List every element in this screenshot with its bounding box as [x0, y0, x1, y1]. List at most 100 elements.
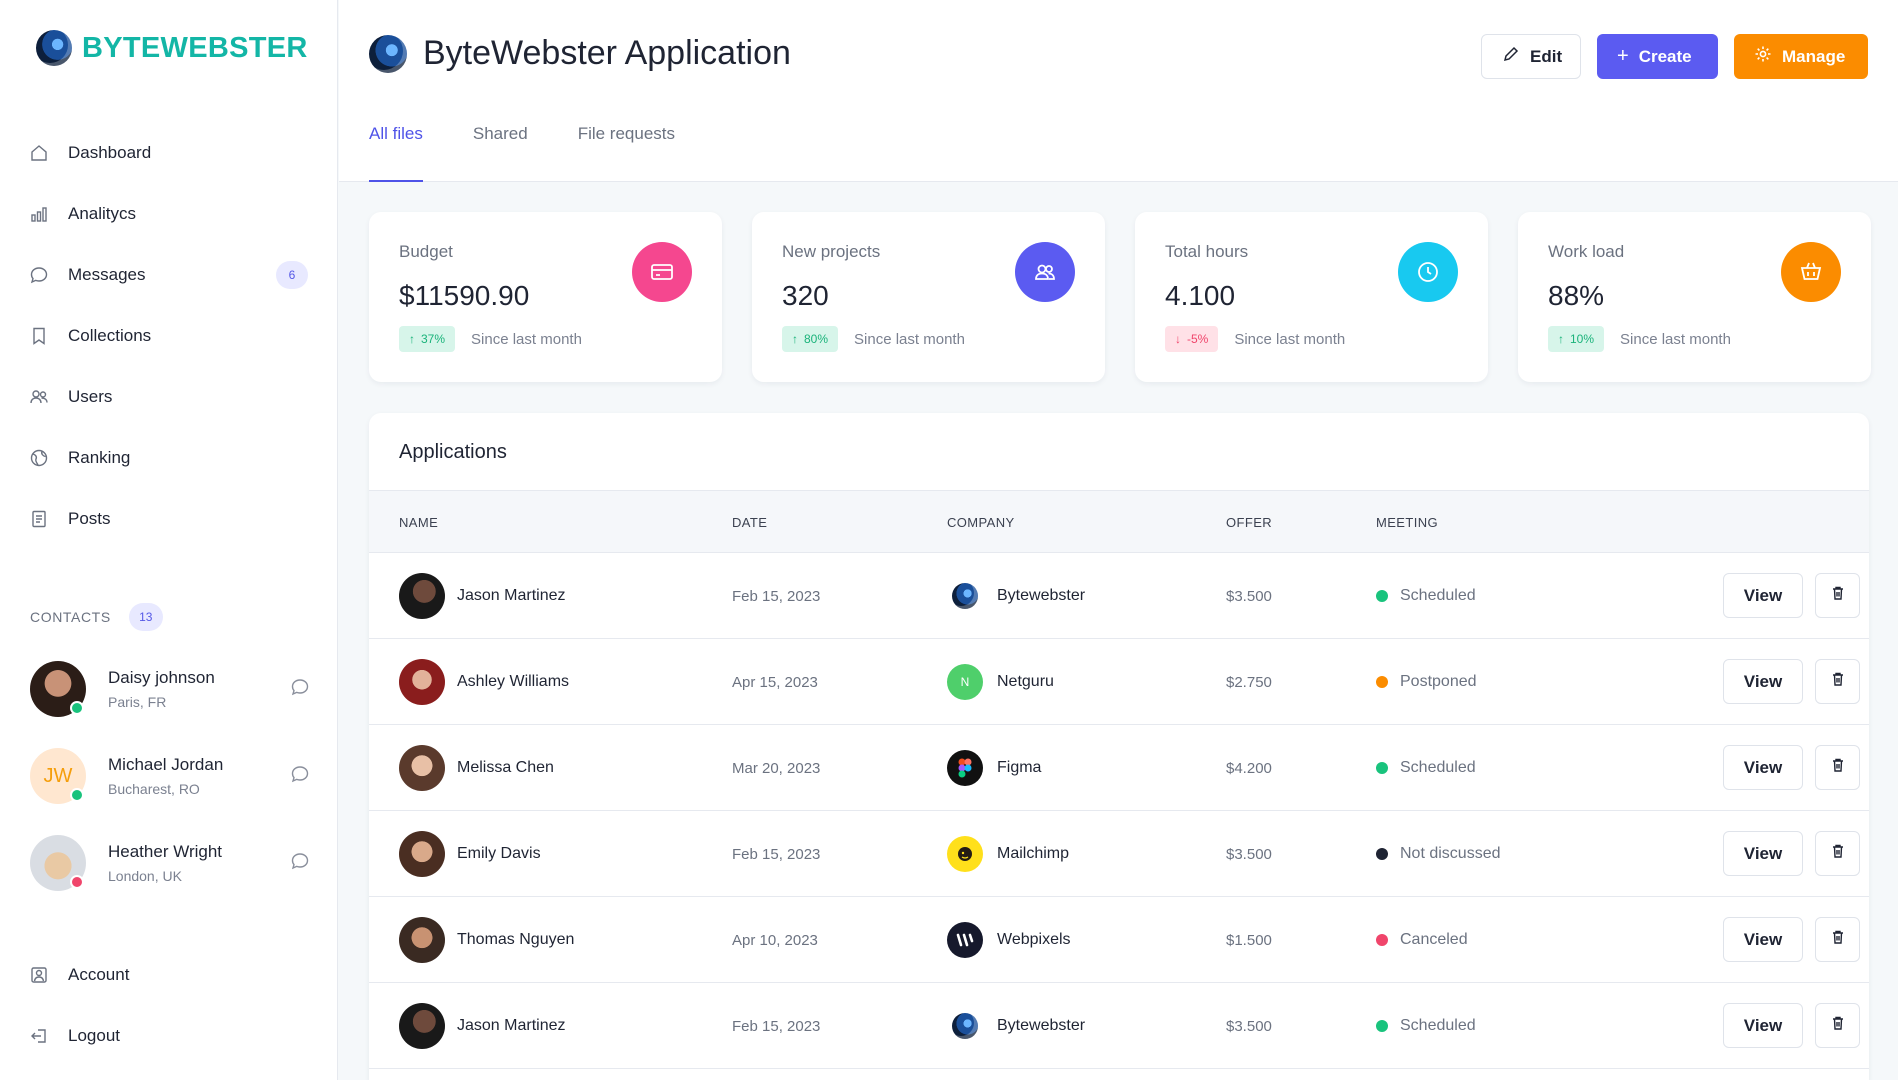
user-icon: [28, 964, 50, 986]
manage-button-label: Manage: [1782, 46, 1846, 66]
sidebar-item-label: Logout: [68, 1025, 120, 1045]
bytewebster-logo-icon: [947, 1008, 983, 1044]
stat-since: Since last month: [1234, 330, 1346, 348]
avatar: [30, 835, 86, 891]
edit-button[interactable]: Edit: [1481, 34, 1581, 79]
meeting-status: Not discussed: [1400, 845, 1501, 862]
edit-button-label: Edit: [1530, 46, 1563, 66]
view-button[interactable]: View: [1723, 1003, 1803, 1048]
sidebar-item-posts[interactable]: Posts: [0, 488, 338, 549]
table-row: Thomas Nguyen Apr 10, 2023 Webpixels $1.…: [369, 897, 1869, 983]
column-header-offer: OFFER: [1226, 515, 1273, 530]
arrow-down-icon: ↓: [1175, 332, 1181, 346]
sidebar-item-label: Collections: [68, 325, 152, 345]
sidebar-nav: Dashboard Analitycs Messages 6 Collectio…: [0, 122, 338, 549]
table-title: Applications: [399, 441, 507, 463]
contacts-title: CONTACTS: [30, 609, 111, 625]
meeting-status: Canceled: [1400, 931, 1468, 948]
view-button[interactable]: View: [1723, 831, 1803, 876]
stats-cards: Budget $11590.90 ↑ 37% Since last month N…: [369, 212, 1871, 382]
arrow-up-icon: ↑: [1558, 332, 1564, 346]
online-status-dot: [70, 788, 84, 802]
application-date: Feb 15, 2023: [732, 587, 821, 605]
sidebar: BYTEWEBSTER Dashboard Analitycs Messages…: [0, 0, 338, 1080]
delete-button[interactable]: [1815, 917, 1860, 962]
sidebar-item-users[interactable]: Users: [0, 366, 338, 427]
offer-amount: $3.500: [1226, 1017, 1272, 1035]
application-date: Apr 15, 2023: [732, 673, 818, 691]
manage-button[interactable]: Manage: [1734, 34, 1868, 79]
sidebar-item-label: Analitycs: [68, 203, 137, 223]
table-row: Jason Martinez Feb 15, 2023 Bytewebster …: [369, 983, 1869, 1069]
chat-icon: [28, 264, 50, 286]
table-header: NAME DATE COMPANY OFFER MEETING: [369, 490, 1869, 553]
contact-item[interactable]: Daisy johnson Paris, FR: [30, 659, 310, 719]
contact-item[interactable]: Heather Wright London, UK: [30, 833, 310, 893]
view-button[interactable]: View: [1723, 917, 1803, 962]
company-name: Bytewebster: [997, 1017, 1086, 1034]
table-row: Jason Martinez Feb 15, 2023 Bytewebster …: [369, 553, 1869, 639]
avatar: [399, 831, 445, 877]
delete-button[interactable]: [1815, 831, 1860, 876]
application-date: Feb 15, 2023: [732, 845, 821, 863]
tab-shared[interactable]: Shared: [473, 124, 528, 182]
tab-file-requests[interactable]: File requests: [578, 124, 675, 182]
plus-icon: +: [1617, 45, 1629, 67]
view-button[interactable]: View: [1723, 659, 1803, 704]
avatar: JW: [30, 748, 86, 804]
arrow-up-icon: ↑: [409, 332, 415, 346]
delete-button[interactable]: [1815, 1003, 1860, 1048]
contact-item[interactable]: JW Michael Jordan Bucharest, RO: [30, 746, 310, 806]
messages-count-badge: 6: [276, 260, 308, 289]
sidebar-item-logout[interactable]: Logout: [0, 1005, 338, 1066]
contact-name: Michael Jordan: [108, 755, 224, 774]
brand[interactable]: BYTEWEBSTER: [36, 30, 308, 66]
chat-icon[interactable]: [290, 677, 310, 702]
sidebar-item-dashboard[interactable]: Dashboard: [0, 122, 338, 183]
arrow-up-icon: ↑: [792, 332, 798, 346]
avatar: [399, 1003, 445, 1049]
users-icon: [28, 386, 50, 408]
document-icon: [28, 508, 50, 530]
delete-button[interactable]: [1815, 745, 1860, 790]
view-button[interactable]: View: [1723, 745, 1803, 790]
sidebar-item-collections[interactable]: Collections: [0, 305, 338, 366]
sidebar-item-ranking[interactable]: Ranking: [0, 427, 338, 488]
stat-card-budget: Budget $11590.90 ↑ 37% Since last month: [369, 212, 722, 382]
sidebar-item-messages[interactable]: Messages 6: [0, 244, 338, 305]
avatar: [399, 917, 445, 963]
header-actions: Edit + Create Manage: [1481, 34, 1868, 79]
home-icon: [28, 142, 50, 164]
webpixels-logo-icon: [947, 922, 983, 958]
change-chip: ↑ 10%: [1548, 326, 1605, 352]
status-dot: [1376, 934, 1388, 946]
chat-icon[interactable]: [290, 851, 310, 876]
bytewebster-logo-icon: [947, 578, 983, 614]
applications-table: Applications NAME DATE COMPANY OFFER MEE…: [369, 413, 1869, 1080]
status-dot: [1376, 1020, 1388, 1032]
sidebar-item-label: Messages: [68, 264, 146, 284]
sidebar-item-account[interactable]: Account: [0, 944, 338, 1005]
stat-card-new-projects: New projects 320 ↑ 80% Since last month: [752, 212, 1105, 382]
stat-since: Since last month: [854, 330, 965, 348]
tab-all-files[interactable]: All files: [369, 124, 423, 182]
company-name: Netguru: [997, 673, 1054, 690]
sidebar-item-analytics[interactable]: Analitycs: [0, 183, 338, 244]
table-row: Ashley Williams Apr 15, 2023 N Netguru $2…: [369, 639, 1869, 725]
pencil-icon: [1502, 45, 1520, 68]
applicant-name: Emily Davis: [457, 845, 541, 862]
create-button[interactable]: + Create: [1597, 34, 1718, 79]
applicant-name: Melissa Chen: [457, 759, 554, 776]
create-button-label: Create: [1638, 46, 1692, 66]
brand-logo-icon: [36, 30, 72, 66]
meeting-status: Scheduled: [1400, 587, 1476, 604]
delete-button[interactable]: [1815, 659, 1860, 704]
file-tabs: All files Shared File requests: [369, 124, 725, 182]
view-button[interactable]: View: [1723, 573, 1803, 618]
trash-icon: [1830, 843, 1846, 864]
change-value: 80%: [804, 332, 829, 346]
delete-button[interactable]: [1815, 573, 1860, 618]
trash-icon: [1830, 757, 1846, 778]
column-header-name: NAME: [399, 515, 439, 530]
chat-icon[interactable]: [290, 764, 310, 789]
